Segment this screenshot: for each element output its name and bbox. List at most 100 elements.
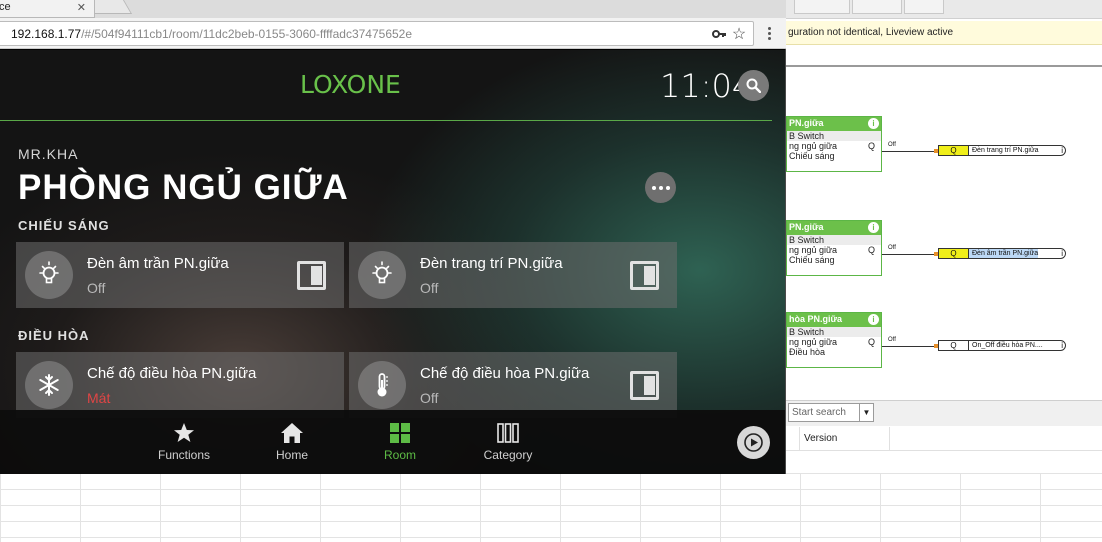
search-icon: [746, 78, 761, 93]
card-title: Chế độ điều hòa PN.giữa: [87, 365, 257, 382]
card-state: Off: [87, 280, 106, 296]
chevron-down-icon[interactable]: ▼: [859, 404, 873, 421]
block-row: ng ngủ giữa Q: [789, 141, 875, 151]
loxone-logo: LOXONE: [300, 70, 401, 99]
function-block[interactable]: PN.giữa i B Switch ng ngủ giữa Q Chiếu sán…: [786, 220, 882, 276]
output-label: On_Off điều hòa PN....: [972, 342, 1043, 349]
info-icon[interactable]: i: [868, 222, 879, 233]
star-icon[interactable]: ☆: [731, 24, 747, 43]
column-version[interactable]: Version: [800, 427, 890, 451]
snowflake-icon: [25, 361, 73, 409]
output-q: Q: [939, 146, 969, 155]
search-input[interactable]: Start search ▼: [788, 403, 874, 422]
card-title: Chế độ điều hòa PN.giữa: [420, 365, 590, 382]
card-state: Off: [420, 390, 439, 406]
star-icon: [174, 423, 194, 442]
toggle-switch[interactable]: [630, 261, 659, 290]
wire-value: Off: [888, 337, 896, 343]
output-q-label: Q: [867, 245, 875, 255]
output-label: Đèn trang trí PN.giữa: [972, 147, 1039, 154]
output-q: Q: [939, 341, 969, 350]
nav-label: Room: [383, 448, 416, 462]
wire-value: Off: [888, 142, 896, 148]
play-button[interactable]: [737, 426, 770, 459]
nav-category[interactable]: Category: [463, 410, 553, 474]
more-options-button[interactable]: [645, 172, 676, 203]
function-block[interactable]: PN.giữa i B Switch ng ngủ giữa Q Chiếu sán…: [786, 116, 882, 172]
address-row: 192.168.1.77/#/504f94111cb1/room/11dc2be…: [0, 18, 786, 49]
nav-label: Functions: [157, 448, 211, 462]
toolbar-area: [786, 45, 1102, 67]
block-row: B Switch: [787, 131, 881, 141]
card-state: Mát: [87, 390, 111, 406]
block-row: B Switch: [787, 235, 881, 245]
block-row: Điều hòa: [789, 347, 826, 357]
block-row: B Switch: [787, 327, 881, 337]
info-icon[interactable]: i: [868, 118, 879, 129]
browser-window: ce ✕ 192.168.1.77/#/504f94111cb1/room/11…: [0, 0, 786, 474]
nav-label: Home: [275, 448, 308, 462]
connection-wire: [882, 346, 938, 347]
block-row: Chiếu sáng: [789, 255, 835, 265]
url-host: 192.168.1.77: [11, 27, 82, 41]
address-bar[interactable]: 192.168.1.77/#/504f94111cb1/room/11dc2be…: [0, 21, 754, 46]
toggle-switch[interactable]: [297, 261, 326, 290]
lightbulb-icon: [25, 251, 73, 299]
function-block[interactable]: hòa PN.giữa i B Switch ng ngủ giữa Q Điều …: [786, 312, 882, 368]
function-block-title: hòa PN.giữa: [789, 314, 843, 324]
owner-label: MR.KHA: [18, 146, 79, 162]
control-card[interactable]: Đèn âm trần PN.giữa Off: [16, 242, 344, 308]
control-card[interactable]: Chế độ điều hòa PN.giữa Off: [349, 352, 677, 418]
key-icon[interactable]: [711, 26, 727, 42]
output-q-label: Q: [867, 337, 875, 347]
output-q-label: Q: [867, 141, 875, 151]
output-block[interactable]: Q Đèn trang trí PN.giữa i: [938, 145, 1066, 156]
category-heading: ĐIỀU HÒA: [18, 328, 90, 343]
output-info-icon[interactable]: i: [1061, 341, 1063, 350]
grid-icon: [390, 423, 410, 443]
table-header: Version: [786, 427, 1102, 451]
screen: guration not identical, Liveview active …: [0, 0, 1102, 542]
wire-value: Off: [888, 245, 896, 251]
control-card[interactable]: Chế độ điều hòa PN.giữa Mát: [16, 352, 344, 418]
info-icon[interactable]: i: [868, 314, 879, 325]
menu-icon[interactable]: [764, 26, 774, 42]
output-block[interactable]: Q On_Off điều hòa PN.... i: [938, 340, 1066, 351]
tab-bar: ce ✕: [0, 0, 786, 18]
block-row: ng ngủ giữa Q: [789, 245, 875, 255]
search-button[interactable]: [738, 70, 769, 101]
spreadsheet-grid: [0, 473, 1102, 542]
output-info-icon[interactable]: i: [1061, 146, 1063, 155]
bottom-navigation: Functions Home Room Category: [0, 410, 785, 474]
background-tab[interactable]: [852, 0, 902, 14]
close-icon[interactable]: ✕: [77, 1, 86, 14]
url-path: /#/504f94111cb1/room/11dc2beb-0155-3060-…: [81, 27, 413, 41]
ellipsis-icon: [652, 186, 656, 190]
background-tab[interactable]: [904, 0, 944, 14]
loxone-app: LOXONE 11:04 MR.KHA PHÒNG NGỦ GIỮA CHIẾU…: [0, 50, 785, 474]
browser-tab[interactable]: ce ✕: [0, 0, 95, 18]
background-tab-strip: [786, 0, 1102, 19]
search-placeholder: Start search: [792, 407, 846, 418]
output-info-icon[interactable]: i: [1061, 249, 1063, 258]
category-heading: CHIẾU SÁNG: [18, 218, 110, 233]
card-title: Đèn âm trần PN.giữa: [87, 255, 229, 272]
app-header: LOXONE 11:04: [0, 50, 772, 121]
nav-functions[interactable]: Functions: [139, 410, 229, 474]
background-tab[interactable]: [794, 0, 850, 14]
category-icon: [497, 423, 519, 443]
toggle-switch[interactable]: [630, 371, 659, 400]
nav-home[interactable]: Home: [247, 410, 337, 474]
liveview-notice: guration not identical, Liveview active: [786, 21, 1102, 45]
nav-room[interactable]: Room: [355, 410, 445, 474]
play-icon: [744, 433, 763, 452]
output-q: Q: [939, 249, 969, 258]
tab-title: ce: [0, 1, 11, 13]
output-block[interactable]: Q Đèn âm trần PN.giữa i: [938, 248, 1066, 259]
function-block-title: PN.giữa: [789, 222, 824, 232]
block-row: ng ngủ giữa Q: [789, 337, 875, 347]
thermometer-icon: [358, 361, 406, 409]
room-title: PHÒNG NGỦ GIỮA: [18, 168, 349, 207]
control-card[interactable]: Đèn trang trí PN.giữa Off: [349, 242, 677, 308]
home-icon: [281, 423, 303, 443]
